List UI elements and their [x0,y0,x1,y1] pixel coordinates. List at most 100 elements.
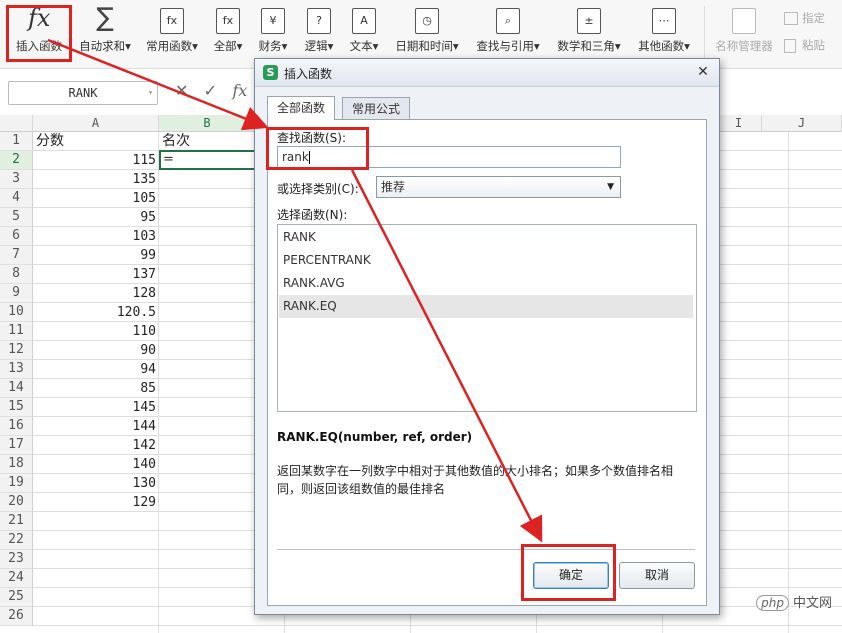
row-header[interactable]: 8 [0,265,33,284]
lookup-label: 查找与引用▾ [476,39,540,53]
row-header[interactable]: 16 [0,417,33,436]
score-cell[interactable]: 120.5 [33,303,159,322]
score-cell[interactable]: 137 [33,265,159,284]
name-box[interactable]: RANK ▾ [8,81,158,105]
function-list-label: 选择函数(N): [277,208,348,222]
score-cell[interactable]: 129 [33,493,159,512]
tab-all-functions[interactable]: 全部函数 [267,96,336,120]
column-header-a[interactable]: A [33,115,159,132]
watermark-text: 中文网 [792,596,832,611]
fx-bar-icon[interactable]: fx [232,81,247,100]
row-header[interactable]: 18 [0,455,33,474]
row-header[interactable]: 23 [0,550,33,569]
text-label: 文本▾ [349,39,379,53]
score-cell[interactable]: 128 [33,284,159,303]
score-cell[interactable]: 110 [33,322,159,341]
list-item[interactable]: PERCENTRANK [279,249,693,272]
column-header-i[interactable]: I [716,115,762,132]
autosum-button[interactable]: ∑ 自动求和▾ [72,0,138,68]
active-cell-b2[interactable]: = [159,150,256,170]
row-header[interactable]: 6 [0,227,33,246]
function-description: 返回某数字在一列数字中相对于其他数值的大小排名；如果多个数值排名相同，则返回该组… [277,464,674,496]
close-icon[interactable]: ✕ [695,64,711,80]
name-manager-icon [732,8,756,34]
column-header-j[interactable]: J [762,115,842,132]
score-cell[interactable]: 105 [33,189,159,208]
row-header[interactable]: 20 [0,493,33,512]
score-cell[interactable]: 144 [33,417,159,436]
chevron-down-icon: ▼ [607,182,614,192]
list-item[interactable]: RANK.AVG [279,272,693,295]
grid-icon [784,12,798,25]
ribbon-divider [704,6,705,62]
insert-function-highlight [6,5,72,62]
column-header-b[interactable]: B [159,115,256,132]
name-manager-label: 名称管理器 [715,39,773,53]
row-header[interactable]: 19 [0,474,33,493]
chevron-down-icon[interactable]: ▾ [148,82,153,104]
autosum-label: 自动求和▾ [79,39,131,53]
search-highlight [266,127,369,170]
enter-icon[interactable]: ✓ [204,81,217,100]
row-header[interactable]: 13 [0,360,33,379]
score-cell[interactable]: 135 [33,170,159,189]
score-cell[interactable]: 94 [33,360,159,379]
row-header[interactable]: 11 [0,322,33,341]
row-header[interactable]: 24 [0,569,33,588]
row-header[interactable]: 1 [0,132,33,151]
row-header[interactable]: 25 [0,588,33,607]
score-cell[interactable]: 140 [33,455,159,474]
score-cell[interactable]: 90 [33,341,159,360]
paste-label: 粘贴 [802,38,825,52]
select-all-corner[interactable] [0,115,33,132]
list-item[interactable]: RANK [279,226,693,249]
score-cell[interactable]: 142 [33,436,159,455]
score-cell[interactable]: 145 [33,398,159,417]
cancel-button[interactable]: 取消 [619,562,695,589]
row-header[interactable]: 12 [0,341,33,360]
row-header[interactable]: 26 [0,607,33,626]
define-label: 指定 [802,11,825,25]
divider [277,549,695,550]
function-signature: RANK.EQ(number, ref, order) [277,430,473,444]
cell-b1[interactable]: 名次 [159,132,256,151]
row-header[interactable]: 9 [0,284,33,303]
row-header[interactable]: 2 [0,151,33,170]
row-header[interactable]: 15 [0,398,33,417]
row-header[interactable]: 17 [0,436,33,455]
category-value: 推荐 [381,180,406,194]
sigma-icon: ∑ [96,3,114,33]
category-select[interactable]: 推荐 ▼ [376,176,621,198]
row-header[interactable]: 3 [0,170,33,189]
other-functions-label: 其他函数▾ [638,39,690,53]
score-cell[interactable]: 95 [33,208,159,227]
score-cell[interactable]: 103 [33,227,159,246]
cell-a1[interactable]: 分数 [33,132,159,151]
score-cell[interactable]: 99 [33,246,159,265]
define-button[interactable]: 指定 [784,10,825,26]
text-a-icon: A [352,8,376,34]
paste-icon [784,38,796,53]
function-list[interactable]: RANK PERCENTRANK RANK.AVG RANK.EQ [277,224,697,412]
score-cell[interactable]: 85 [33,379,159,398]
row-header[interactable]: 7 [0,246,33,265]
common-functions-button[interactable]: fx 常用函数▾ [140,0,204,68]
name-manager-button[interactable]: 名称管理器 [710,0,778,68]
date-time-label: 日期和时间▾ [395,39,459,53]
row-header[interactable]: 5 [0,208,33,227]
score-cell[interactable]: 130 [33,474,159,493]
dialog-titlebar[interactable]: S 插入函数 ✕ [255,59,719,87]
row-header[interactable]: 22 [0,531,33,550]
all-functions-button[interactable]: fx 全部▾ [208,0,248,68]
php-logo: php [756,595,789,611]
list-item-selected[interactable]: RANK.EQ [279,295,693,318]
score-cell[interactable]: 115 [33,151,159,170]
cancel-icon[interactable]: ✕ [175,81,188,100]
row-header[interactable]: 21 [0,512,33,531]
tab-common-formulas[interactable]: 常用公式 [342,97,411,119]
paste-button[interactable]: 粘贴 [784,37,825,53]
row-header[interactable]: 14 [0,379,33,398]
row-header[interactable]: 10 [0,303,33,322]
fx-star-icon: fx [160,8,184,34]
row-header[interactable]: 4 [0,189,33,208]
